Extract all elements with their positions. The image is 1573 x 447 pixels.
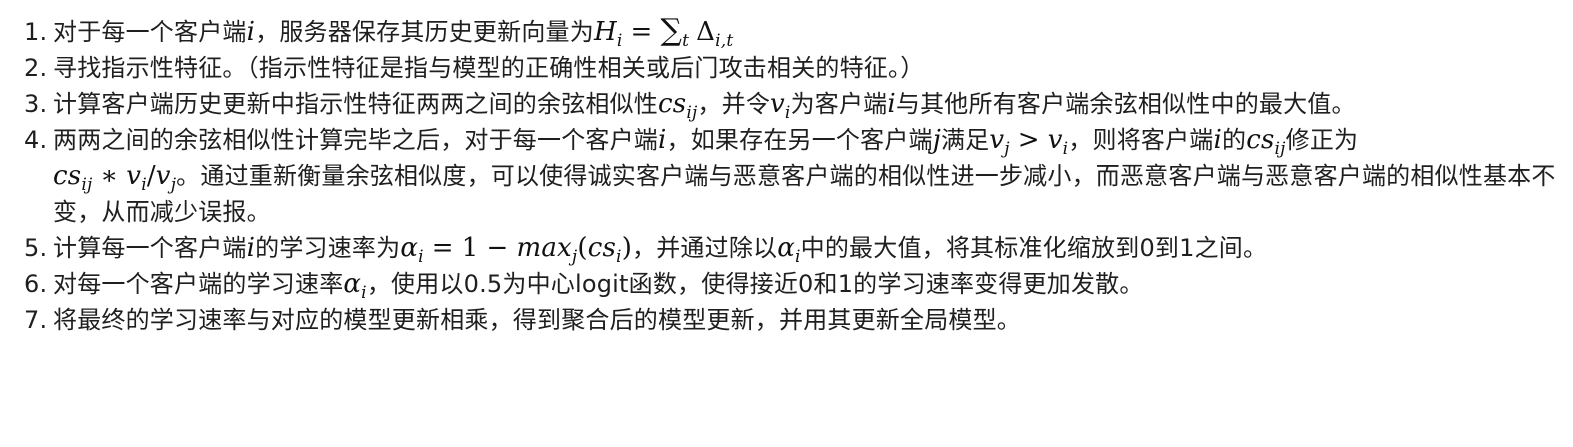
math-cosine-similarity: csij [1246, 125, 1285, 158]
math-symbol: α [400, 233, 419, 263]
step-text: ，则将客户端 [1068, 126, 1214, 154]
math-subscript: j [1004, 139, 1010, 159]
math-symbol: i [887, 89, 896, 119]
math-operator: > [1017, 125, 1040, 155]
math-symbol: v [1047, 125, 1063, 155]
math-cosine-similarity: csij [658, 89, 697, 122]
list-item-step-6: 6. 对每一个客户端的学习速率αi，使用以0.5为中心logit函数，使得接近0… [0, 266, 1563, 302]
math-symbol: i [246, 233, 256, 263]
step-text: 中的最大值，将其标准化缩放到0到1之间。 [800, 234, 1268, 262]
math-symbol: cs [587, 233, 617, 263]
step-number: 5. [24, 234, 48, 262]
step-text: 将最终的学习速率与对应的模型更新相乘，得到聚合后的模型更新，并用其更新全局模型。 [53, 306, 1021, 334]
step-number: 6. [24, 270, 48, 298]
math-operator: − [486, 233, 509, 263]
math-inequality: vj > vi [989, 125, 1068, 158]
step-text: 两两之间的余弦相似性计算完毕之后，对于每一个客户端 [53, 126, 658, 154]
algorithm-steps-list: 1. 对于每一个客户端i，服务器保存其历史更新向量为Hi = ∑t Δi,t 2. 寻… [0, 14, 1563, 338]
math-symbol: v [770, 89, 785, 119]
math-symbol: i [246, 17, 256, 47]
math-symbol: j [932, 125, 941, 155]
math-symbol: Δ [696, 17, 716, 47]
step-number: 2. [24, 54, 48, 82]
step-text: ，如果存在另一个客户端 [666, 126, 933, 154]
math-max-similarity: vi [770, 89, 791, 122]
math-symbol: v [155, 161, 171, 191]
step-text: 。通过重新衡量余弦相似度，可以使得诚实客户端与恶意客户端的相似性进一步减小，而恶… [53, 162, 1556, 226]
math-learning-rate: αi [777, 233, 800, 266]
math-symbol: α [777, 233, 795, 263]
list-item-step-1: 1. 对于每一个客户端i，服务器保存其历史更新向量为Hi = ∑t Δi,t [0, 14, 1563, 50]
math-learning-rate-formula: αi = 1− maxj(csi) [400, 233, 633, 266]
step-text: ，使用以0.5为中心logit函数，使得接近0和1的学习速率变得更加发散。 [366, 270, 1144, 298]
document: 1. 对于每一个客户端i，服务器保存其历史更新向量为Hi = ∑t Δi,t 2. 寻… [0, 0, 1573, 447]
step-text: 计算每一个客户端 [53, 234, 247, 262]
math-client-index: i [1214, 125, 1223, 155]
math-operator: = [630, 17, 653, 47]
list-item-step-3: 3. 计算客户端历史更新中指示性特征两两之间的余弦相似性csij，并令vi为客户… [0, 86, 1563, 122]
math-client-index-j: j [933, 125, 941, 155]
math-symbol: cs [53, 161, 82, 191]
math-subscript: i,t [715, 31, 734, 51]
step-text: 的学习速率为 [255, 234, 401, 262]
math-learning-rate: αi [343, 269, 366, 302]
math-number: 1 [461, 233, 479, 263]
list-item-step-7: 7. 将最终的学习速率与对应的模型更新相乘，得到聚合后的模型更新，并用其更新全局… [0, 302, 1563, 338]
list-item-step-5: 5. 计算每一个客户端i的学习速率为αi = 1− maxj(csi)，并通过除以αi… [0, 230, 1563, 266]
math-corrected-similarity: csij ∗ vi/vj [53, 161, 176, 194]
step-number: 4. [24, 126, 48, 154]
math-subscript: i [418, 247, 424, 267]
step-text: 与其他所有客户端余弦相似性中的最大值。 [895, 90, 1356, 118]
math-operator: = [431, 233, 454, 263]
math-function: max [516, 233, 572, 263]
step-text: 寻找指示性特征。（指示性特征是指与模型的正确性相关或后门攻击相关的特征。） [53, 54, 925, 82]
math-operator: ∗ [100, 161, 119, 191]
math-symbol: cs [1246, 125, 1275, 155]
math-history-vector-formula: Hi = ∑t Δi,t [593, 16, 733, 50]
math-symbol: H [593, 17, 617, 47]
math-symbol: cs [658, 89, 687, 119]
math-symbol: v [989, 125, 1005, 155]
step-number: 3. [24, 90, 48, 118]
step-text: 为客户端 [790, 90, 888, 118]
step-text: 计算客户端历史更新中指示性特征两两之间的余弦相似性 [53, 90, 658, 118]
step-text: ，并通过除以 [632, 234, 778, 262]
math-client-index: i [247, 233, 256, 263]
step-text: ，服务器保存其历史更新向量为 [255, 18, 594, 46]
list-item-step-4: 4. 两两之间的余弦相似性计算完毕之后，对于每一个客户端i，如果存在另一个客户端… [0, 122, 1563, 230]
math-paren: ( [577, 233, 588, 263]
math-paren: ) [621, 233, 633, 263]
math-symbol: v [126, 161, 142, 191]
math-subscript: ij [81, 175, 93, 195]
math-symbol: i [658, 125, 667, 155]
step-text: 对于每一个客户端 [53, 18, 247, 46]
math-sum-symbol: ∑ [660, 13, 683, 48]
list-item-step-2: 2. 寻找指示性特征。（指示性特征是指与模型的正确性相关或后门攻击相关的特征。） [0, 50, 1563, 86]
math-operator: / [146, 161, 156, 191]
step-text: 的 [1222, 126, 1247, 154]
step-text: ，并令 [697, 90, 771, 118]
step-text: 修正为 [1285, 126, 1359, 154]
math-subscript: ij [1274, 139, 1286, 159]
math-client-index: i [658, 125, 667, 155]
math-client-index: i [247, 17, 256, 47]
math-symbol: i [1213, 125, 1223, 155]
math-symbol: α [343, 269, 362, 299]
step-text: 对每一个客户端的学习速率 [53, 270, 344, 298]
math-subscript: ij [686, 103, 698, 123]
step-text: 满足 [940, 126, 990, 154]
step-number: 1. [24, 18, 48, 46]
math-client-index: i [887, 89, 896, 119]
step-number: 7. [24, 306, 48, 334]
